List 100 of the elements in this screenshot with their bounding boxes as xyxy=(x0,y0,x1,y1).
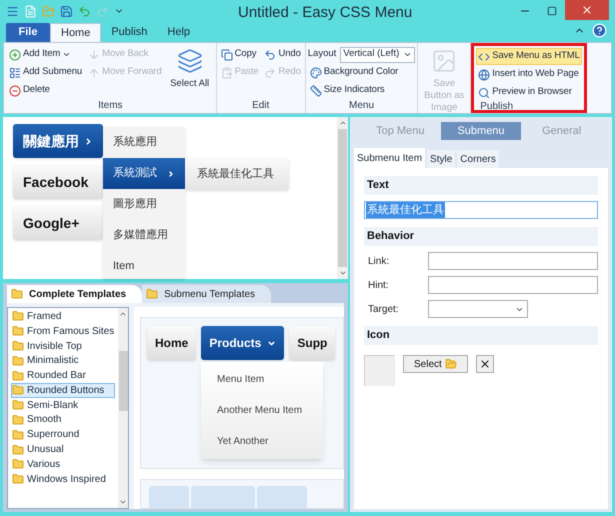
template-item[interactable]: Superround xyxy=(11,427,116,442)
minus-circle-icon xyxy=(9,84,21,96)
template-item[interactable]: Rounded Buttons xyxy=(11,382,116,398)
folder-icon xyxy=(12,399,24,412)
layout-label: Layout xyxy=(308,47,336,62)
ribbon-button[interactable]: Size Indicators xyxy=(308,82,416,99)
input-field[interactable] xyxy=(428,252,598,270)
menu-button[interactable]: Facebook xyxy=(13,165,103,199)
folder-icon xyxy=(12,310,24,322)
sample-menu-button[interactable]: Supp xyxy=(289,326,336,360)
folder-icon xyxy=(12,444,24,456)
section-header: Text xyxy=(364,176,598,195)
section-header: Icon xyxy=(364,326,598,345)
folder-icon xyxy=(444,358,457,370)
folder-icon xyxy=(12,325,24,338)
scroll-up-icon[interactable] xyxy=(338,119,346,127)
ribbon-large-button[interactable]: Select All xyxy=(166,46,214,90)
ribbon-button[interactable]: Insert into Web Page xyxy=(476,66,582,83)
template-item[interactable]: Framed xyxy=(11,309,116,324)
dropdown-item[interactable]: Yet Another xyxy=(201,426,323,457)
scroll-up-icon[interactable] xyxy=(119,310,128,318)
template-item[interactable]: Invisible Top xyxy=(11,338,116,354)
help-icon[interactable] xyxy=(592,23,607,38)
ribbon-tab[interactable]: Publish xyxy=(101,23,158,42)
scroll-down-icon[interactable] xyxy=(119,498,128,506)
maximize-icon[interactable] xyxy=(547,6,557,16)
group-label: Publish xyxy=(479,101,514,113)
scrollbar[interactable] xyxy=(337,117,348,279)
undo-icon[interactable] xyxy=(78,4,91,18)
template-item[interactable]: Unusual xyxy=(11,442,116,457)
close-button[interactable] xyxy=(565,0,609,20)
plus-circle-icon xyxy=(9,48,21,60)
search-icon xyxy=(478,86,490,98)
layout-select[interactable]: Vertical (Left) xyxy=(340,46,416,62)
select-button[interactable]: Select xyxy=(403,355,468,373)
squares-icon xyxy=(176,48,203,74)
dropdown-item[interactable]: Another Menu Item xyxy=(201,395,323,426)
dropdown-item[interactable]: Menu Item xyxy=(201,364,323,395)
ruler-icon xyxy=(310,84,322,96)
submenu-item[interactable]: 圖形應用 xyxy=(103,189,185,220)
folder-icon xyxy=(11,288,23,300)
folder-icon xyxy=(12,370,24,382)
folder-icon xyxy=(12,340,24,352)
file-tab[interactable]: File xyxy=(6,23,50,42)
redo-icon xyxy=(264,66,276,78)
template-item[interactable]: From Famous Sites xyxy=(11,324,116,339)
submenu-item[interactable]: 多媒體應用 xyxy=(103,220,185,251)
property-subtab[interactable]: Style xyxy=(427,150,456,168)
field-label: Target: xyxy=(368,302,400,316)
folder-icon xyxy=(12,458,24,470)
field-value: 系統最佳化工具 xyxy=(366,202,445,218)
menu-button[interactable]: Google+ xyxy=(13,206,103,240)
list-icon xyxy=(9,66,21,78)
template-item[interactable]: Minimalistic xyxy=(11,353,116,368)
clear-icon xyxy=(478,358,491,370)
arrow-down-icon xyxy=(88,48,100,60)
app-icon[interactable] xyxy=(6,4,19,18)
template-item[interactable]: Rounded Bar xyxy=(11,368,116,383)
ribbon-button[interactable]: Background Color xyxy=(308,64,416,81)
section-header: Behavior xyxy=(364,227,598,246)
folder-icon xyxy=(12,428,24,441)
submenu-item[interactable]: Item xyxy=(103,251,185,279)
scrollbar[interactable] xyxy=(118,308,128,508)
folder-icon xyxy=(12,354,24,367)
copy-icon xyxy=(220,48,233,60)
folder-icon xyxy=(12,384,24,396)
ribbon-button[interactable]: Preview in Browser xyxy=(476,84,582,101)
template-item[interactable]: Windows Inspired xyxy=(11,472,116,487)
folder-icon xyxy=(146,288,158,300)
template-tab[interactable]: Complete Templates xyxy=(7,285,142,303)
menu-button[interactable]: 關鍵應用 xyxy=(13,124,103,158)
scroll-down-icon[interactable] xyxy=(338,269,346,277)
submenu-item[interactable]: 系統應用 xyxy=(103,127,185,158)
group-label: Items xyxy=(98,100,123,113)
ribbon-button[interactable]: Copy xyxy=(218,46,260,63)
caret-icon xyxy=(62,50,72,59)
undo-icon xyxy=(264,48,276,60)
ribbon-button[interactable]: Delete xyxy=(7,82,84,99)
template-tab[interactable]: Submenu Templates xyxy=(142,285,272,303)
sample-menu-button[interactable]: Products xyxy=(201,326,284,360)
group-label: Edit xyxy=(252,100,270,113)
template-item[interactable]: Semi-Blank xyxy=(11,398,116,413)
ribbon-button[interactable]: Add Submenu xyxy=(7,64,84,81)
field-label: Hint: xyxy=(368,278,390,292)
input-field[interactable] xyxy=(428,276,598,294)
ribbon-button[interactable]: Add Item xyxy=(7,46,84,63)
target-select[interactable] xyxy=(428,300,528,318)
ribbon-button[interactable]: Undo xyxy=(262,46,303,63)
ribbon-button[interactable]: Save Menu as HTML xyxy=(476,48,582,65)
property-subtab[interactable]: Corners xyxy=(457,150,499,168)
submenu-item[interactable]: 系統測試 xyxy=(103,158,185,189)
ribbon-tab[interactable]: Home xyxy=(50,23,102,42)
submenu-item[interactable]: 系統最佳化工具 xyxy=(185,158,289,190)
template-item[interactable]: Various xyxy=(11,456,116,472)
property-subtab[interactable]: Submenu Item xyxy=(354,148,426,168)
ribbon-tab[interactable]: Help xyxy=(157,23,200,42)
save-icon[interactable] xyxy=(60,4,73,18)
sample-menu-button[interactable]: Home xyxy=(147,326,196,360)
template-item[interactable]: Smooth xyxy=(11,412,116,428)
clear-button[interactable] xyxy=(476,355,494,373)
